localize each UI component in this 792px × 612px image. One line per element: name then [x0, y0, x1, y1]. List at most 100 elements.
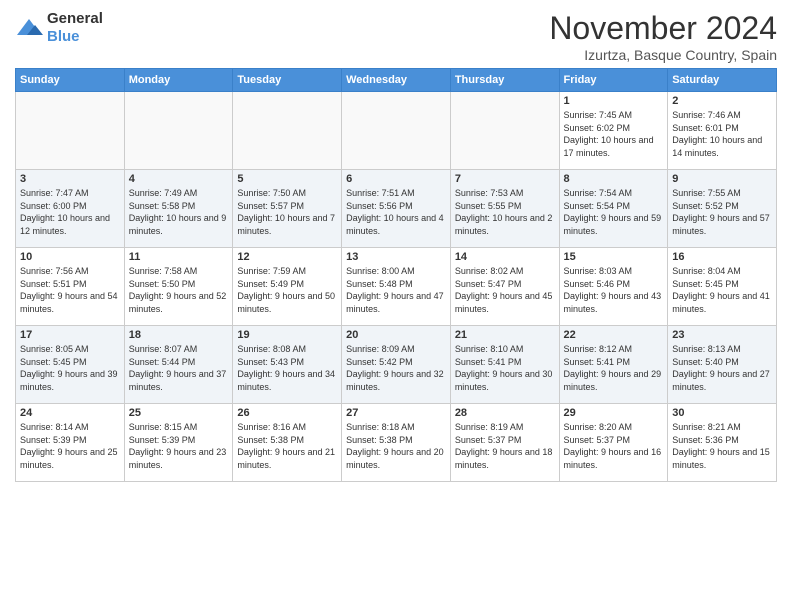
day-info: Sunrise: 8:03 AM Sunset: 5:46 PM Dayligh… [564, 265, 664, 315]
day-info: Sunrise: 8:12 AM Sunset: 5:41 PM Dayligh… [564, 343, 664, 393]
month-title: November 2024 [549, 10, 777, 47]
day-number: 3 [20, 173, 120, 185]
day-number: 10 [20, 251, 120, 263]
header: General Blue November 2024 Izurtza, Basq… [15, 10, 777, 63]
day-cell: 19 Sunrise: 8:08 AM Sunset: 5:43 PM Dayli… [233, 326, 342, 404]
day-number: 8 [564, 173, 664, 185]
day-cell: 26 Sunrise: 8:16 AM Sunset: 5:38 PM Dayli… [233, 404, 342, 482]
day-info: Sunrise: 8:13 AM Sunset: 5:40 PM Dayligh… [672, 343, 772, 393]
day-info: Sunrise: 8:16 AM Sunset: 5:38 PM Dayligh… [237, 421, 337, 471]
day-number: 1 [564, 95, 664, 107]
day-number: 30 [672, 407, 772, 419]
day-info: Sunrise: 8:20 AM Sunset: 5:37 PM Dayligh… [564, 421, 664, 471]
day-number: 19 [237, 329, 337, 341]
day-cell [342, 92, 451, 170]
day-info: Sunrise: 8:09 AM Sunset: 5:42 PM Dayligh… [346, 343, 446, 393]
day-cell: 25 Sunrise: 8:15 AM Sunset: 5:39 PM Dayli… [124, 404, 233, 482]
day-cell: 17Sunrise: 8:05 AM Sunset: 5:45 PM Dayli… [16, 326, 125, 404]
col-header-saturday: Saturday [668, 69, 777, 92]
day-number: 7 [455, 173, 555, 185]
day-cell [450, 92, 559, 170]
day-cell: 6 Sunrise: 7:51 AM Sunset: 5:56 PM Daylig… [342, 170, 451, 248]
day-info: Sunrise: 8:02 AM Sunset: 5:47 PM Dayligh… [455, 265, 555, 315]
day-info: Sunrise: 7:51 AM Sunset: 5:56 PM Dayligh… [346, 187, 446, 237]
day-number: 12 [237, 251, 337, 263]
day-number: 9 [672, 173, 772, 185]
day-info: Sunrise: 8:00 AM Sunset: 5:48 PM Dayligh… [346, 265, 446, 315]
day-number: 22 [564, 329, 664, 341]
day-number: 6 [346, 173, 446, 185]
day-cell: 18 Sunrise: 8:07 AM Sunset: 5:44 PM Dayli… [124, 326, 233, 404]
day-info: Sunrise: 7:50 AM Sunset: 5:57 PM Dayligh… [237, 187, 337, 237]
week-row-1: 3Sunrise: 7:47 AM Sunset: 6:00 PM Daylig… [16, 170, 777, 248]
day-cell: 4 Sunrise: 7:49 AM Sunset: 5:58 PM Daylig… [124, 170, 233, 248]
week-row-4: 24 Sunrise: 8:14 AM Sunset: 5:39 PM Dayli… [16, 404, 777, 482]
col-header-sunday: Sunday [16, 69, 125, 92]
day-info: Sunrise: 8:19 AM Sunset: 5:37 PM Dayligh… [455, 421, 555, 471]
logo: General Blue [15, 10, 103, 46]
day-info: Sunrise: 8:14 AM Sunset: 5:39 PM Dayligh… [20, 421, 120, 471]
day-number: 4 [129, 173, 229, 185]
day-number: 11 [129, 251, 229, 263]
day-number: 16 [672, 251, 772, 263]
day-cell: 20 Sunrise: 8:09 AM Sunset: 5:42 PM Dayli… [342, 326, 451, 404]
day-number: 18 [129, 329, 229, 341]
day-cell: 30 Sunrise: 8:21 AM Sunset: 5:36 PM Dayli… [668, 404, 777, 482]
day-number: 21 [455, 329, 555, 341]
day-cell: 23 Sunrise: 8:13 AM Sunset: 5:40 PM Dayli… [668, 326, 777, 404]
day-cell: 12 Sunrise: 7:59 AM Sunset: 5:49 PM Dayli… [233, 248, 342, 326]
day-number: 29 [564, 407, 664, 419]
day-cell: 3Sunrise: 7:47 AM Sunset: 6:00 PM Daylig… [16, 170, 125, 248]
day-cell: 11Sunrise: 7:58 AM Sunset: 5:50 PM Dayli… [124, 248, 233, 326]
page-container: General Blue November 2024 Izurtza, Basq… [0, 0, 792, 492]
day-cell: 14Sunrise: 8:02 AM Sunset: 5:47 PM Dayli… [450, 248, 559, 326]
day-cell: 27 Sunrise: 8:18 AM Sunset: 5:38 PM Dayli… [342, 404, 451, 482]
day-number: 13 [346, 251, 446, 263]
col-header-thursday: Thursday [450, 69, 559, 92]
day-info: Sunrise: 8:08 AM Sunset: 5:43 PM Dayligh… [237, 343, 337, 393]
day-info: Sunrise: 7:49 AM Sunset: 5:58 PM Dayligh… [129, 187, 229, 237]
week-row-2: 10 Sunrise: 7:56 AM Sunset: 5:51 PM Dayli… [16, 248, 777, 326]
day-info: Sunrise: 7:53 AM Sunset: 5:55 PM Dayligh… [455, 187, 555, 237]
day-cell: 13 Sunrise: 8:00 AM Sunset: 5:48 PM Dayli… [342, 248, 451, 326]
day-cell: 8Sunrise: 7:54 AM Sunset: 5:54 PM Daylig… [559, 170, 668, 248]
day-number: 23 [672, 329, 772, 341]
day-info: Sunrise: 8:05 AM Sunset: 5:45 PM Dayligh… [20, 343, 120, 393]
day-number: 26 [237, 407, 337, 419]
day-info: Sunrise: 8:15 AM Sunset: 5:39 PM Dayligh… [129, 421, 229, 471]
day-info: Sunrise: 7:45 AM Sunset: 6:02 PM Dayligh… [564, 109, 664, 159]
day-cell [16, 92, 125, 170]
header-row: SundayMondayTuesdayWednesdayThursdayFrid… [16, 69, 777, 92]
day-number: 24 [20, 407, 120, 419]
day-cell: 10 Sunrise: 7:56 AM Sunset: 5:51 PM Dayli… [16, 248, 125, 326]
day-info: Sunrise: 7:59 AM Sunset: 5:49 PM Dayligh… [237, 265, 337, 315]
day-cell: 1 Sunrise: 7:45 AM Sunset: 6:02 PM Daylig… [559, 92, 668, 170]
day-cell: 29 Sunrise: 8:20 AM Sunset: 5:37 PM Dayli… [559, 404, 668, 482]
day-number: 15 [564, 251, 664, 263]
logo-text: General Blue [47, 10, 103, 46]
week-row-3: 17Sunrise: 8:05 AM Sunset: 5:45 PM Dayli… [16, 326, 777, 404]
col-header-tuesday: Tuesday [233, 69, 342, 92]
day-info: Sunrise: 7:46 AM Sunset: 6:01 PM Dayligh… [672, 109, 772, 159]
day-cell: 21 Sunrise: 8:10 AM Sunset: 5:41 PM Dayli… [450, 326, 559, 404]
day-info: Sunrise: 8:07 AM Sunset: 5:44 PM Dayligh… [129, 343, 229, 393]
day-info: Sunrise: 8:10 AM Sunset: 5:41 PM Dayligh… [455, 343, 555, 393]
week-row-0: 1 Sunrise: 7:45 AM Sunset: 6:02 PM Daylig… [16, 92, 777, 170]
day-info: Sunrise: 7:56 AM Sunset: 5:51 PM Dayligh… [20, 265, 120, 315]
day-number: 5 [237, 173, 337, 185]
day-cell: 7 Sunrise: 7:53 AM Sunset: 5:55 PM Daylig… [450, 170, 559, 248]
day-cell: 22 Sunrise: 8:12 AM Sunset: 5:41 PM Dayli… [559, 326, 668, 404]
day-number: 25 [129, 407, 229, 419]
day-cell: 5 Sunrise: 7:50 AM Sunset: 5:57 PM Daylig… [233, 170, 342, 248]
title-block: November 2024 Izurtza, Basque Country, S… [549, 10, 777, 63]
day-number: 27 [346, 407, 446, 419]
logo-icon [15, 17, 43, 39]
day-info: Sunrise: 7:55 AM Sunset: 5:52 PM Dayligh… [672, 187, 772, 237]
day-info: Sunrise: 8:21 AM Sunset: 5:36 PM Dayligh… [672, 421, 772, 471]
day-number: 20 [346, 329, 446, 341]
day-cell [124, 92, 233, 170]
calendar-table: SundayMondayTuesdayWednesdayThursdayFrid… [15, 68, 777, 482]
day-info: Sunrise: 8:18 AM Sunset: 5:38 PM Dayligh… [346, 421, 446, 471]
location: Izurtza, Basque Country, Spain [549, 47, 777, 63]
day-number: 28 [455, 407, 555, 419]
